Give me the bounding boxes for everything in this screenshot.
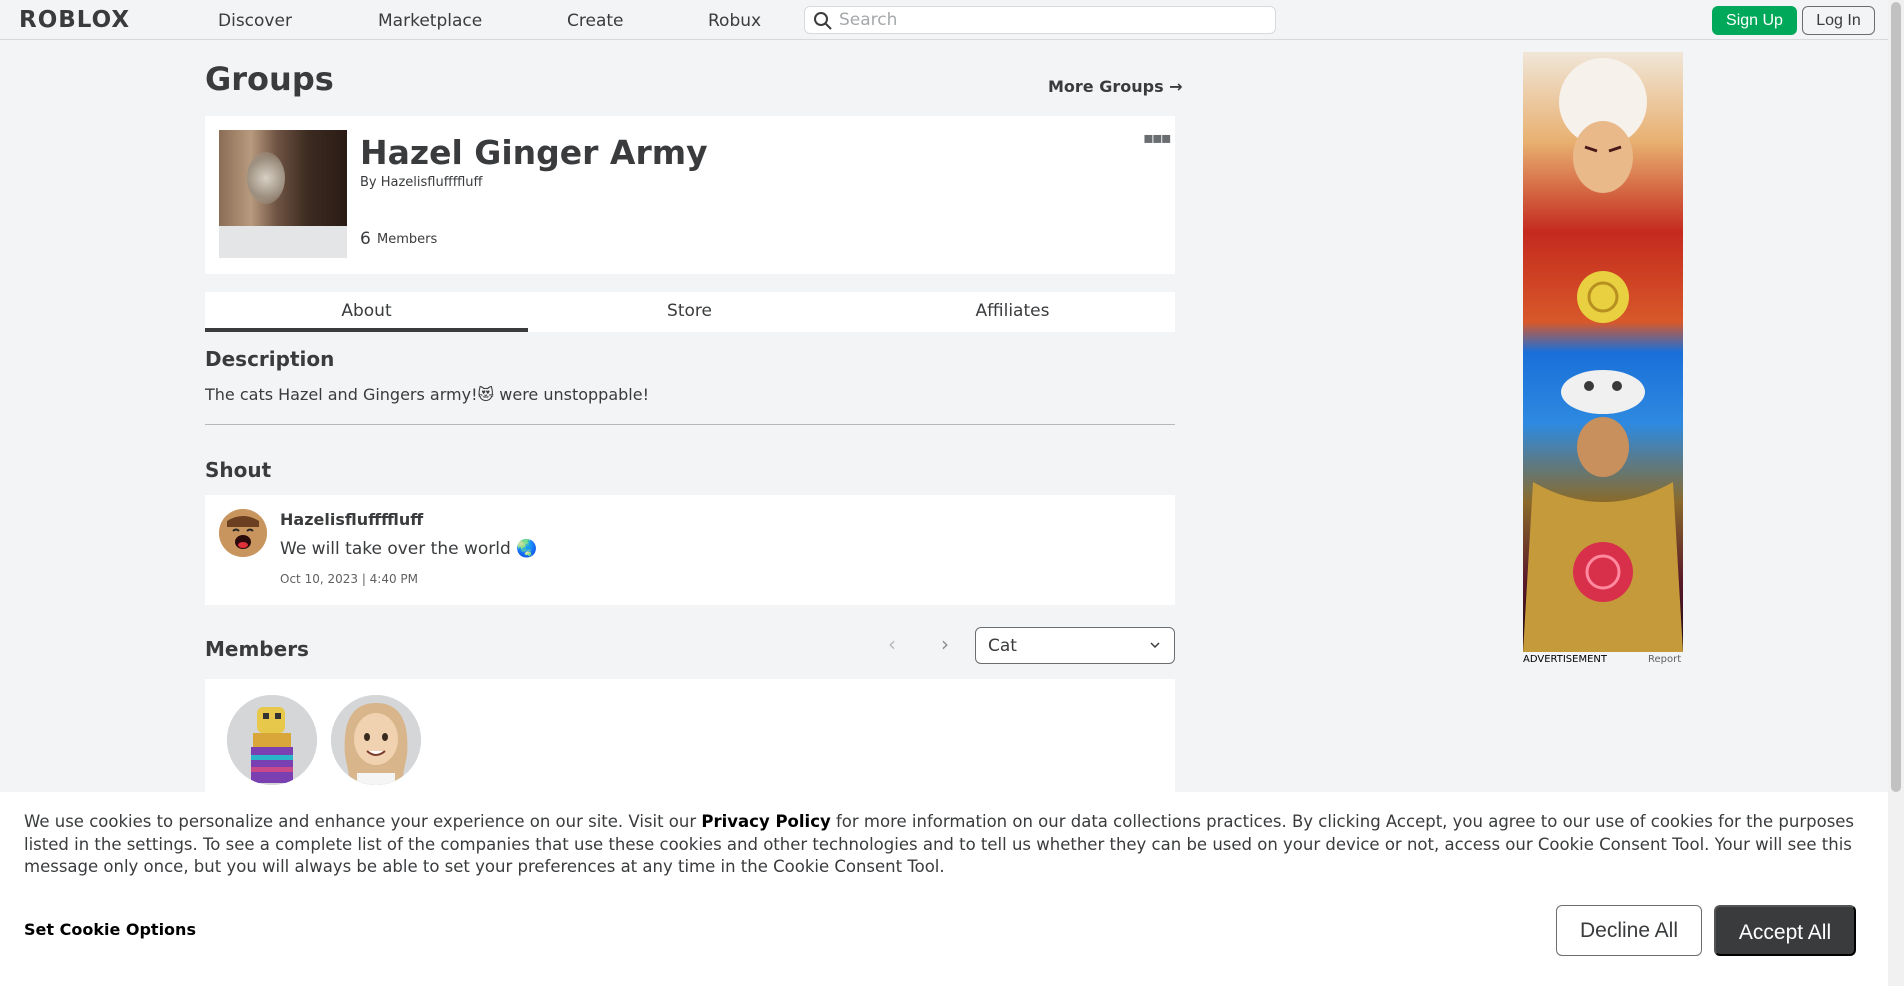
page-title: Groups	[205, 60, 334, 98]
group-members-label: Members	[377, 232, 438, 247]
chevron-down-icon	[1150, 642, 1160, 649]
advertisement-image[interactable]	[1523, 52, 1683, 652]
search-icon	[814, 12, 832, 30]
role-dropdown-value: Cat	[988, 636, 1017, 656]
next-page-icon[interactable]: ›	[941, 632, 949, 656]
group-tabs: About Store Affiliates	[205, 292, 1175, 332]
shout-title: Shout	[205, 458, 272, 482]
shout-date: Oct 10, 2023 | 4:40 PM	[280, 572, 419, 586]
cookie-text-start: We use cookies to personalize and enhanc…	[24, 812, 702, 831]
group-owner[interactable]: By Hazelisfluffffluff	[360, 175, 482, 190]
member-avatar[interactable]	[331, 695, 421, 785]
members-title: Members	[205, 637, 309, 661]
top-nav: RΟBLOX Discover Marketplace Create Robux…	[0, 0, 1904, 40]
more-groups-link[interactable]: More Groups →	[1048, 77, 1183, 96]
cookie-banner: We use cookies to personalize and enhanc…	[0, 792, 1888, 986]
divider	[205, 424, 1175, 425]
shout-card: Hazelisfluffffluff We will take over the…	[205, 495, 1175, 605]
decline-all-button[interactable]: Decline All	[1556, 905, 1702, 956]
member-avatar-image	[227, 695, 317, 785]
privacy-policy-link[interactable]: Privacy Policy	[701, 812, 830, 831]
ad-report-link[interactable]: Report	[1648, 654, 1681, 665]
ad-label: ADVERTISEMENT	[1523, 654, 1608, 665]
tab-about[interactable]: About	[205, 292, 528, 332]
nav-robux[interactable]: Robux	[708, 11, 761, 31]
search-input[interactable]	[839, 9, 1259, 31]
cookie-text: We use cookies to personalize and enhanc…	[24, 811, 1864, 879]
cookie-options-link[interactable]: Set Cookie Options	[24, 920, 196, 939]
shout-username[interactable]: Hazelisfluffffluff	[280, 510, 423, 529]
members-list	[205, 679, 1175, 799]
avatar-face-icon	[219, 509, 267, 557]
nav-create[interactable]: Create	[567, 11, 624, 31]
login-button[interactable]: Log In	[1802, 6, 1875, 35]
description-text: The cats Hazel and Gingers army!😻 were u…	[205, 385, 649, 404]
roblox-logo[interactable]: RΟBLOX	[19, 7, 130, 33]
avatar[interactable]	[219, 509, 267, 557]
nav-marketplace[interactable]: Marketplace	[378, 11, 482, 31]
member-avatar-image	[331, 695, 421, 785]
tab-affiliates[interactable]: Affiliates	[851, 292, 1174, 332]
role-dropdown[interactable]: Cat	[975, 627, 1175, 664]
scrollbar-thumb[interactable]	[1891, 2, 1901, 792]
group-members-count: 6	[360, 229, 371, 249]
member-avatar[interactable]	[227, 695, 317, 785]
shout-message: We will take over the world 🌏	[280, 539, 538, 559]
group-emblem	[219, 130, 347, 258]
search-box[interactable]	[804, 6, 1276, 34]
nav-discover[interactable]: Discover	[218, 11, 292, 31]
group-header-card: Hazel Ginger Army By Hazelisfluffffluff …	[205, 116, 1175, 274]
more-options-icon[interactable]: ▪▪▪	[1143, 128, 1171, 147]
accept-all-button[interactable]: Accept All	[1714, 905, 1856, 956]
group-name: Hazel Ginger Army	[360, 133, 708, 172]
tab-store[interactable]: Store	[528, 292, 851, 332]
previous-page-icon[interactable]: ‹	[888, 632, 896, 656]
cat-face	[247, 152, 285, 204]
description-title: Description	[205, 347, 335, 371]
ad-artwork	[1523, 52, 1683, 652]
signup-button[interactable]: Sign Up	[1712, 6, 1797, 35]
